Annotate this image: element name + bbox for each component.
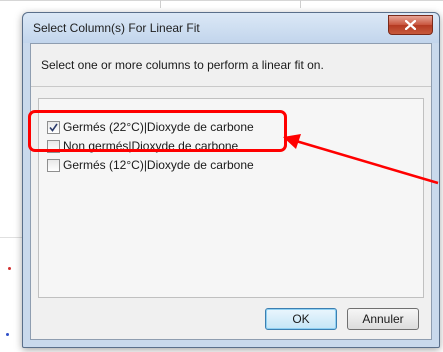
annotation-arrow-icon	[283, 134, 439, 185]
